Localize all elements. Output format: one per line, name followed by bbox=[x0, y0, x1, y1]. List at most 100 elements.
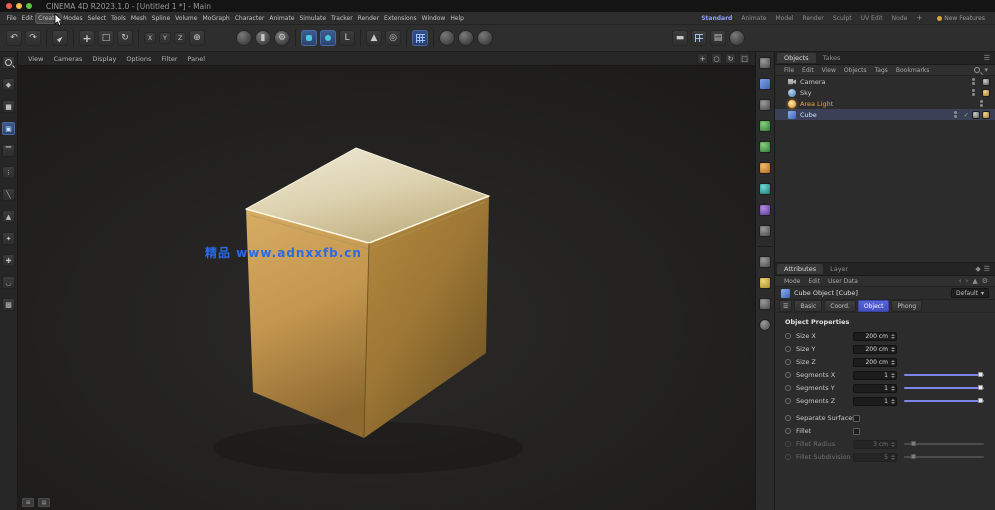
viewport-layout-quad-icon[interactable] bbox=[691, 30, 707, 46]
polygons-mode-icon[interactable]: ▲ bbox=[2, 210, 15, 223]
lock-icon[interactable]: ▲ bbox=[972, 277, 977, 285]
menu-window[interactable]: Window bbox=[419, 14, 448, 23]
viewport-menu-options[interactable]: Options bbox=[121, 55, 156, 63]
history-back-icon[interactable]: ‹ bbox=[959, 277, 962, 285]
tab-objects[interactable]: Objects bbox=[777, 53, 816, 63]
menu-spline[interactable]: Spline bbox=[149, 14, 172, 23]
visibility-dots[interactable] bbox=[972, 88, 975, 97]
menu-extensions[interactable]: Extensions bbox=[382, 14, 420, 23]
segments-y-slider[interactable] bbox=[904, 384, 987, 393]
zoom-window-button[interactable] bbox=[26, 3, 32, 9]
menu-help[interactable]: Help bbox=[448, 14, 467, 23]
live-selection-icon[interactable]: ► bbox=[52, 30, 68, 46]
section-tab-phong[interactable]: Phong bbox=[891, 300, 923, 312]
layout-tab-animate[interactable]: Animate bbox=[737, 14, 770, 23]
volume-icon[interactable] bbox=[759, 183, 771, 195]
om-menu-file[interactable]: File bbox=[780, 67, 798, 74]
panel-menu-icon[interactable]: ☰ bbox=[984, 265, 990, 273]
segments-x-slider[interactable] bbox=[904, 371, 987, 380]
add-spline-icon[interactable] bbox=[458, 30, 474, 46]
viewport-3d[interactable]: 精品 www.adnxxfb.cn ⊞ ▤ bbox=[18, 66, 755, 510]
edges-mode-icon[interactable]: ╲ bbox=[2, 188, 15, 201]
segments-y-field[interactable]: 1 bbox=[853, 383, 897, 393]
viewport-layout-single-icon[interactable]: ▬ bbox=[672, 30, 688, 46]
points-mode-icon[interactable]: ⁝ bbox=[2, 166, 15, 179]
tab-attributes[interactable]: Attributes bbox=[777, 264, 824, 274]
redo-icon[interactable]: ↷ bbox=[25, 30, 41, 46]
keyframe-dot[interactable] bbox=[785, 346, 791, 352]
om-menu-bookmarks[interactable]: Bookmarks bbox=[892, 67, 934, 74]
scale-tool-icon[interactable]: □ bbox=[98, 30, 114, 46]
layout-tab-model[interactable]: Model bbox=[771, 14, 797, 23]
menu-file[interactable]: File bbox=[4, 14, 19, 23]
menu-simulate[interactable]: Simulate bbox=[297, 14, 329, 23]
viewport-maximize-icon[interactable]: □ bbox=[739, 53, 750, 64]
tab-takes[interactable]: Takes bbox=[816, 53, 848, 63]
pin-icon[interactable]: ◆ bbox=[975, 265, 980, 273]
preset-dropdown[interactable]: Default ▾ bbox=[951, 288, 989, 298]
axis-z-button[interactable]: Z bbox=[174, 32, 186, 44]
phong-tag-icon[interactable] bbox=[972, 110, 980, 119]
viewport-menu-display[interactable]: Display bbox=[87, 55, 121, 63]
tab-overflow-icon[interactable]: ☰ bbox=[779, 300, 793, 312]
menu-modes[interactable]: Modes bbox=[61, 14, 85, 23]
minimize-window-button[interactable] bbox=[16, 3, 22, 9]
om-menu-objects[interactable]: Objects bbox=[840, 67, 871, 74]
section-tab-object[interactable]: Object bbox=[857, 300, 890, 312]
menu-edit[interactable]: Edit bbox=[19, 14, 36, 23]
axis-x-button[interactable]: X bbox=[144, 32, 156, 44]
add-generator-icon[interactable] bbox=[477, 30, 493, 46]
om-menu-view[interactable]: View bbox=[818, 67, 840, 74]
section-tab-coord[interactable]: Coord. bbox=[824, 300, 856, 312]
pen-tool-icon[interactable] bbox=[759, 57, 771, 69]
camera-tag-icon[interactable] bbox=[982, 77, 990, 86]
brush-tool-icon[interactable] bbox=[301, 30, 317, 46]
viewport-menu-filter[interactable]: Filter bbox=[156, 55, 182, 63]
grid-toggle-icon[interactable]: ▤ bbox=[38, 498, 50, 507]
close-window-button[interactable] bbox=[6, 3, 12, 9]
layout-tab-standard[interactable]: Standard bbox=[697, 14, 736, 23]
add-primitive-icon[interactable] bbox=[439, 30, 455, 46]
segments-z-slider[interactable] bbox=[904, 397, 987, 406]
render-view-icon[interactable] bbox=[236, 30, 252, 46]
coordinate-system-icon[interactable]: ⊕ bbox=[189, 30, 205, 46]
texture-mode-icon[interactable]: ▣ bbox=[2, 122, 15, 135]
keyframe-dot[interactable] bbox=[785, 398, 791, 404]
history-forward-icon[interactable]: › bbox=[966, 277, 969, 285]
axis-mode-icon[interactable]: ✚ bbox=[2, 254, 15, 267]
menu-render[interactable]: Render bbox=[355, 14, 381, 23]
mograph-icon[interactable] bbox=[759, 162, 771, 174]
subdivision-surface-icon[interactable] bbox=[759, 120, 771, 132]
om-menu-edit[interactable]: Edit bbox=[798, 67, 818, 74]
am-menu-userdata[interactable]: User Data bbox=[824, 278, 862, 285]
separate-surfaces-checkbox[interactable] bbox=[853, 414, 860, 422]
filter-icon[interactable]: ▾ bbox=[984, 66, 988, 74]
snap-settings-icon[interactable]: ◡ bbox=[2, 276, 15, 289]
camera-create-icon[interactable] bbox=[759, 256, 771, 268]
menu-tools[interactable]: Tools bbox=[109, 14, 129, 23]
menu-animate[interactable]: Animate bbox=[267, 14, 297, 23]
keyframe-dot[interactable] bbox=[785, 359, 791, 365]
menu-mograph[interactable]: MoGraph bbox=[200, 14, 232, 23]
menu-select[interactable]: Select bbox=[85, 14, 109, 23]
layout-tab-render[interactable]: Render bbox=[799, 14, 828, 23]
size-x-field[interactable]: 200 cm bbox=[853, 331, 897, 341]
axis-y-button[interactable]: Y bbox=[159, 32, 171, 44]
move-tool-icon[interactable]: + bbox=[79, 30, 95, 46]
am-menu-edit[interactable]: Edit bbox=[804, 278, 824, 285]
make-editable-icon[interactable]: ◆ bbox=[2, 78, 15, 91]
segments-z-field[interactable]: 1 bbox=[853, 396, 897, 406]
gear-icon[interactable]: ⚙ bbox=[982, 277, 988, 285]
om-menu-tags[interactable]: Tags bbox=[871, 67, 892, 74]
viewport-rotate-icon[interactable]: ↻ bbox=[725, 53, 736, 64]
render-picture-viewer-icon[interactable]: ▮ bbox=[255, 30, 271, 46]
keyframe-dot[interactable] bbox=[785, 385, 791, 391]
menu-mesh[interactable]: Mesh bbox=[128, 14, 149, 23]
material-create-icon[interactable] bbox=[759, 298, 771, 310]
snap-icon[interactable]: ▲ bbox=[366, 30, 382, 46]
viewport-filter-icon[interactable]: ▩ bbox=[2, 298, 15, 311]
sky-material-tag-icon[interactable] bbox=[982, 88, 990, 97]
axis-lock-button[interactable]: L bbox=[339, 30, 355, 46]
viewport-menu-view[interactable]: View bbox=[23, 55, 48, 63]
keyframe-dot[interactable] bbox=[785, 372, 791, 378]
